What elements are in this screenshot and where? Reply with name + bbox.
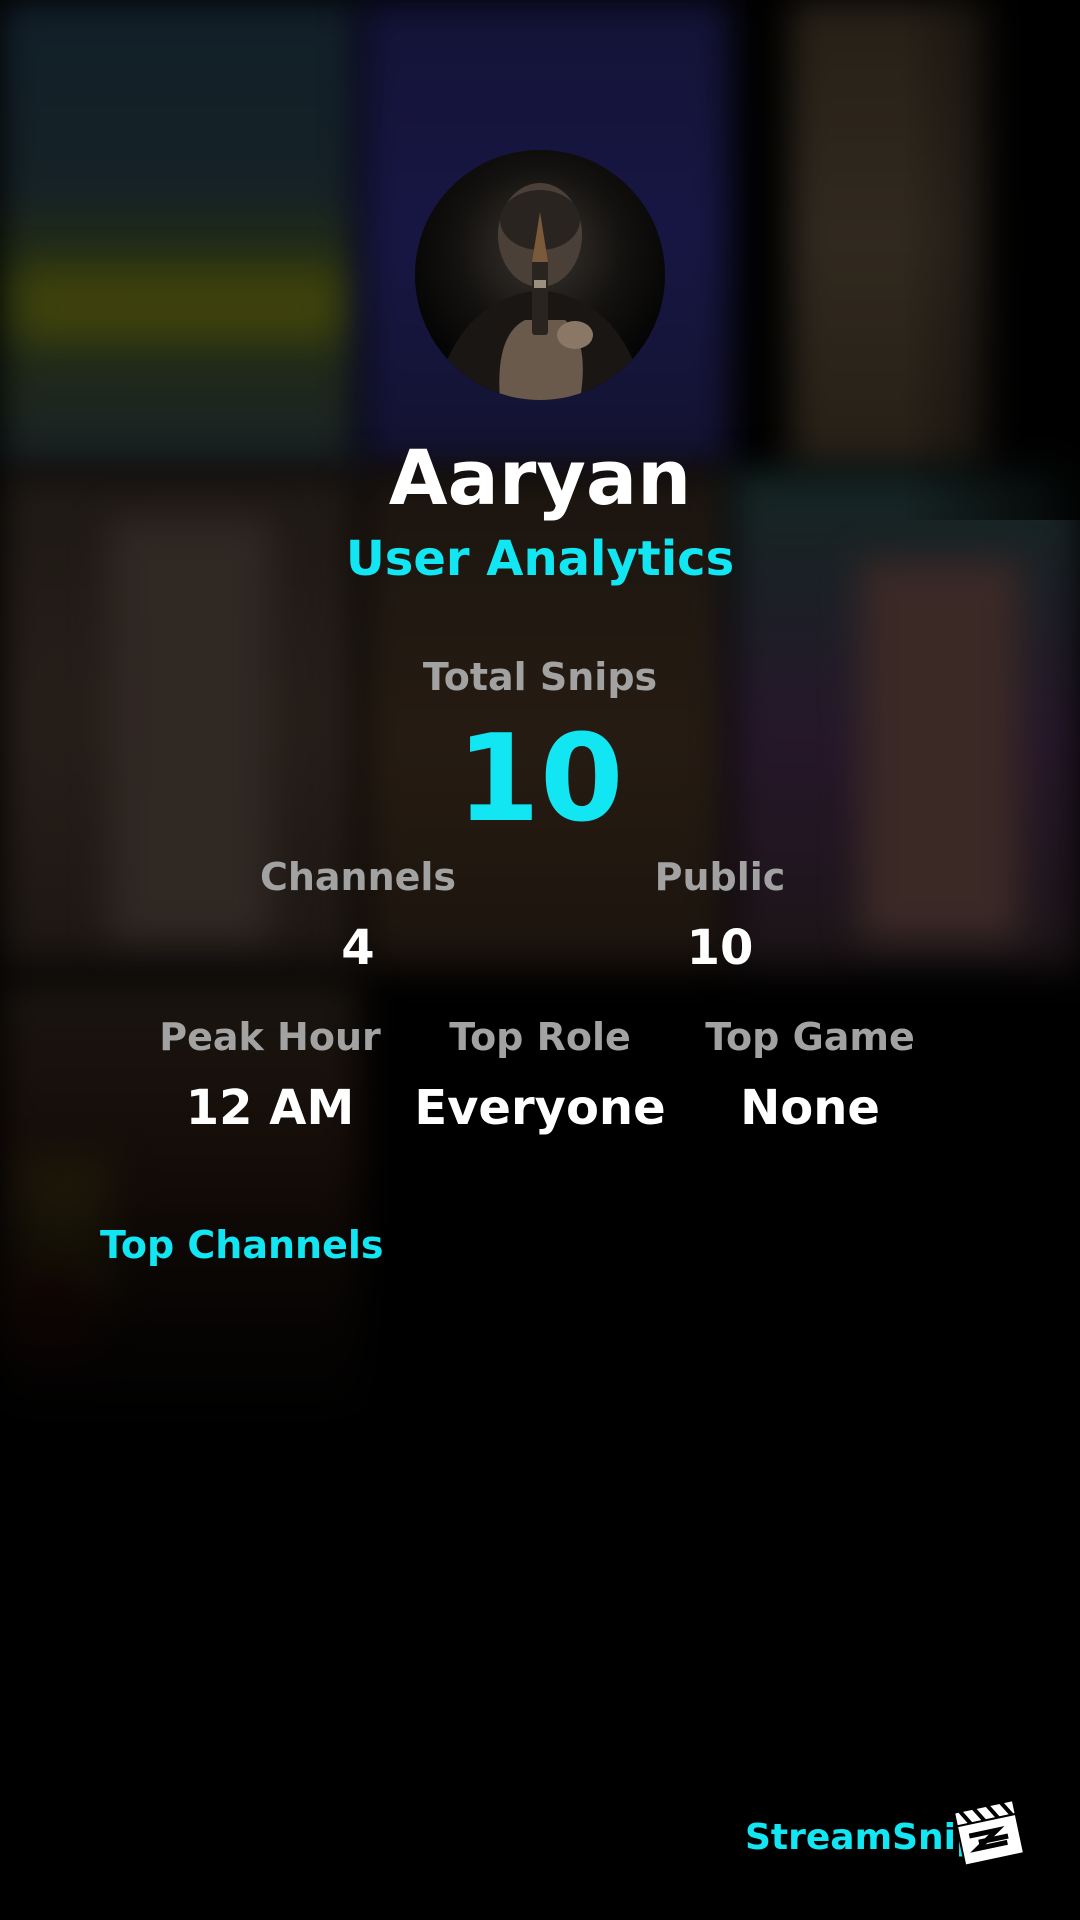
avatar-image <box>415 150 665 400</box>
stat-peak-hour: Peak Hour 12 AM <box>150 1018 390 1132</box>
stat-public: Public 10 <box>620 858 820 972</box>
stat-top-game: Top Game None <box>690 1018 930 1132</box>
stat-label: Peak Hour <box>159 1015 381 1059</box>
stat-value: 10 <box>686 920 754 976</box>
stat-value: 4 <box>341 920 375 976</box>
stat-label: Top Game <box>705 1015 915 1059</box>
stat-label: Top Role <box>449 1015 631 1059</box>
brand-name: StreamSnip <box>745 1817 982 1858</box>
stat-value: Everyone <box>414 1080 666 1136</box>
stat-label: Channels <box>259 855 457 899</box>
stat-top-role: Top Role Everyone <box>400 1018 680 1132</box>
total-snips-value: 10 <box>456 710 624 849</box>
stat-value: 12 AM <box>185 1080 355 1136</box>
user-name: Aaryan <box>388 433 692 522</box>
stat-channels: Channels 4 <box>258 858 458 972</box>
analytics-card: Aaryan User Analytics Total Snips 10 Cha… <box>0 0 1080 1920</box>
page-subtitle: User Analytics <box>345 531 735 587</box>
avatar[interactable] <box>415 150 665 400</box>
clapperboard-icon <box>948 1788 1028 1868</box>
top-channels-heading: Top Channels <box>100 1223 384 1267</box>
stat-value: None <box>740 1080 880 1136</box>
total-snips-label: Total Snips <box>422 655 658 699</box>
stat-label: Public <box>654 855 786 899</box>
